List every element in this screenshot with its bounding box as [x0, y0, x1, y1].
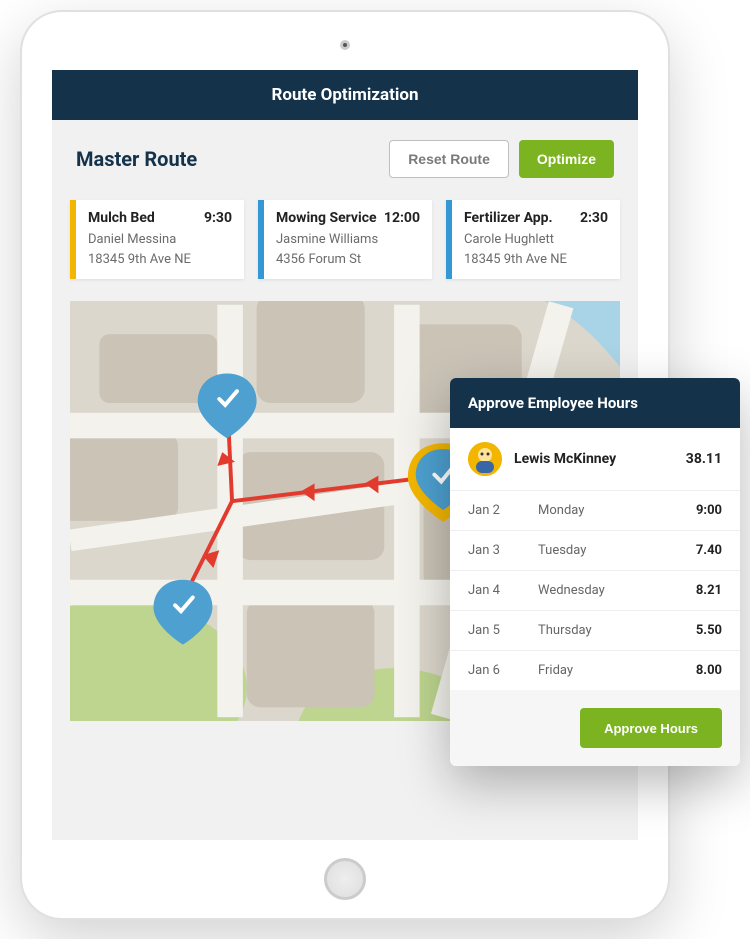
- hours-row[interactable]: Jan 5 Thursday 5.50: [450, 611, 740, 651]
- job-time: 12:00: [384, 210, 420, 226]
- job-client: Daniel Messina: [88, 230, 232, 250]
- employee-total: 38.11: [686, 451, 722, 467]
- job-address: 18345 9th Ave NE: [464, 250, 608, 270]
- hours-day: Tuesday: [538, 543, 696, 558]
- hours-date: Jan 4: [468, 583, 538, 598]
- hours-date: Jan 2: [468, 503, 538, 518]
- job-client: Jasmine Williams: [276, 230, 420, 250]
- approve-hours-card: Approve Employee Hours Lewis McKinney 38…: [450, 378, 740, 766]
- job-card[interactable]: Fertilizer App. 2:30 Carole Hughlett 183…: [446, 200, 620, 279]
- employee-row[interactable]: Lewis McKinney 38.11: [450, 428, 740, 491]
- approve-hours-title: Approve Employee Hours: [450, 378, 740, 428]
- hours-row[interactable]: Jan 3 Tuesday 7.40: [450, 531, 740, 571]
- section-title: Master Route: [76, 147, 389, 171]
- hours-row[interactable]: Jan 2 Monday 9:00: [450, 491, 740, 531]
- job-card[interactable]: Mulch Bed 9:30 Daniel Messina 18345 9th …: [70, 200, 244, 279]
- job-client: Carole Hughlett: [464, 230, 608, 250]
- job-time: 2:30: [580, 210, 608, 226]
- job-title: Mulch Bed: [88, 210, 155, 226]
- hours-value: 8.00: [696, 663, 722, 678]
- reset-route-button[interactable]: Reset Route: [389, 140, 509, 178]
- hours-day: Wednesday: [538, 583, 696, 598]
- hours-row[interactable]: Jan 6 Friday 8.00: [450, 651, 740, 690]
- optimize-button[interactable]: Optimize: [519, 140, 614, 178]
- hours-day: Friday: [538, 663, 696, 678]
- job-card-row: Mulch Bed 9:30 Daniel Messina 18345 9th …: [52, 178, 638, 279]
- hours-date: Jan 3: [468, 543, 538, 558]
- hours-list: Jan 2 Monday 9:00 Jan 3 Tuesday 7.40 Jan…: [450, 491, 740, 690]
- hours-value: 7.40: [696, 543, 722, 558]
- hours-date: Jan 5: [468, 623, 538, 638]
- hours-day: Thursday: [538, 623, 696, 638]
- hours-row[interactable]: Jan 4 Wednesday 8.21: [450, 571, 740, 611]
- employee-name: Lewis McKinney: [514, 451, 686, 467]
- job-title: Mowing Service: [276, 210, 377, 226]
- approve-hours-button[interactable]: Approve Hours: [580, 708, 722, 748]
- tablet-home-button[interactable]: [324, 858, 366, 900]
- job-title: Fertilizer App.: [464, 210, 553, 226]
- app-header: Route Optimization: [52, 70, 638, 120]
- hours-date: Jan 6: [468, 663, 538, 678]
- approve-hours-footer: Approve Hours: [450, 690, 740, 766]
- avatar: [468, 442, 502, 476]
- page-title: Route Optimization: [271, 85, 418, 105]
- hours-value: 8.21: [696, 583, 722, 598]
- hours-value: 5.50: [696, 623, 722, 638]
- job-time: 9:30: [204, 210, 232, 226]
- tablet-camera: [340, 40, 350, 50]
- job-address: 18345 9th Ave NE: [88, 250, 232, 270]
- toolbar: Master Route Reset Route Optimize: [52, 120, 638, 178]
- job-card[interactable]: Mowing Service 12:00 Jasmine Williams 43…: [258, 200, 432, 279]
- hours-value: 9:00: [696, 503, 722, 518]
- job-address: 4356 Forum St: [276, 250, 420, 270]
- hours-day: Monday: [538, 503, 696, 518]
